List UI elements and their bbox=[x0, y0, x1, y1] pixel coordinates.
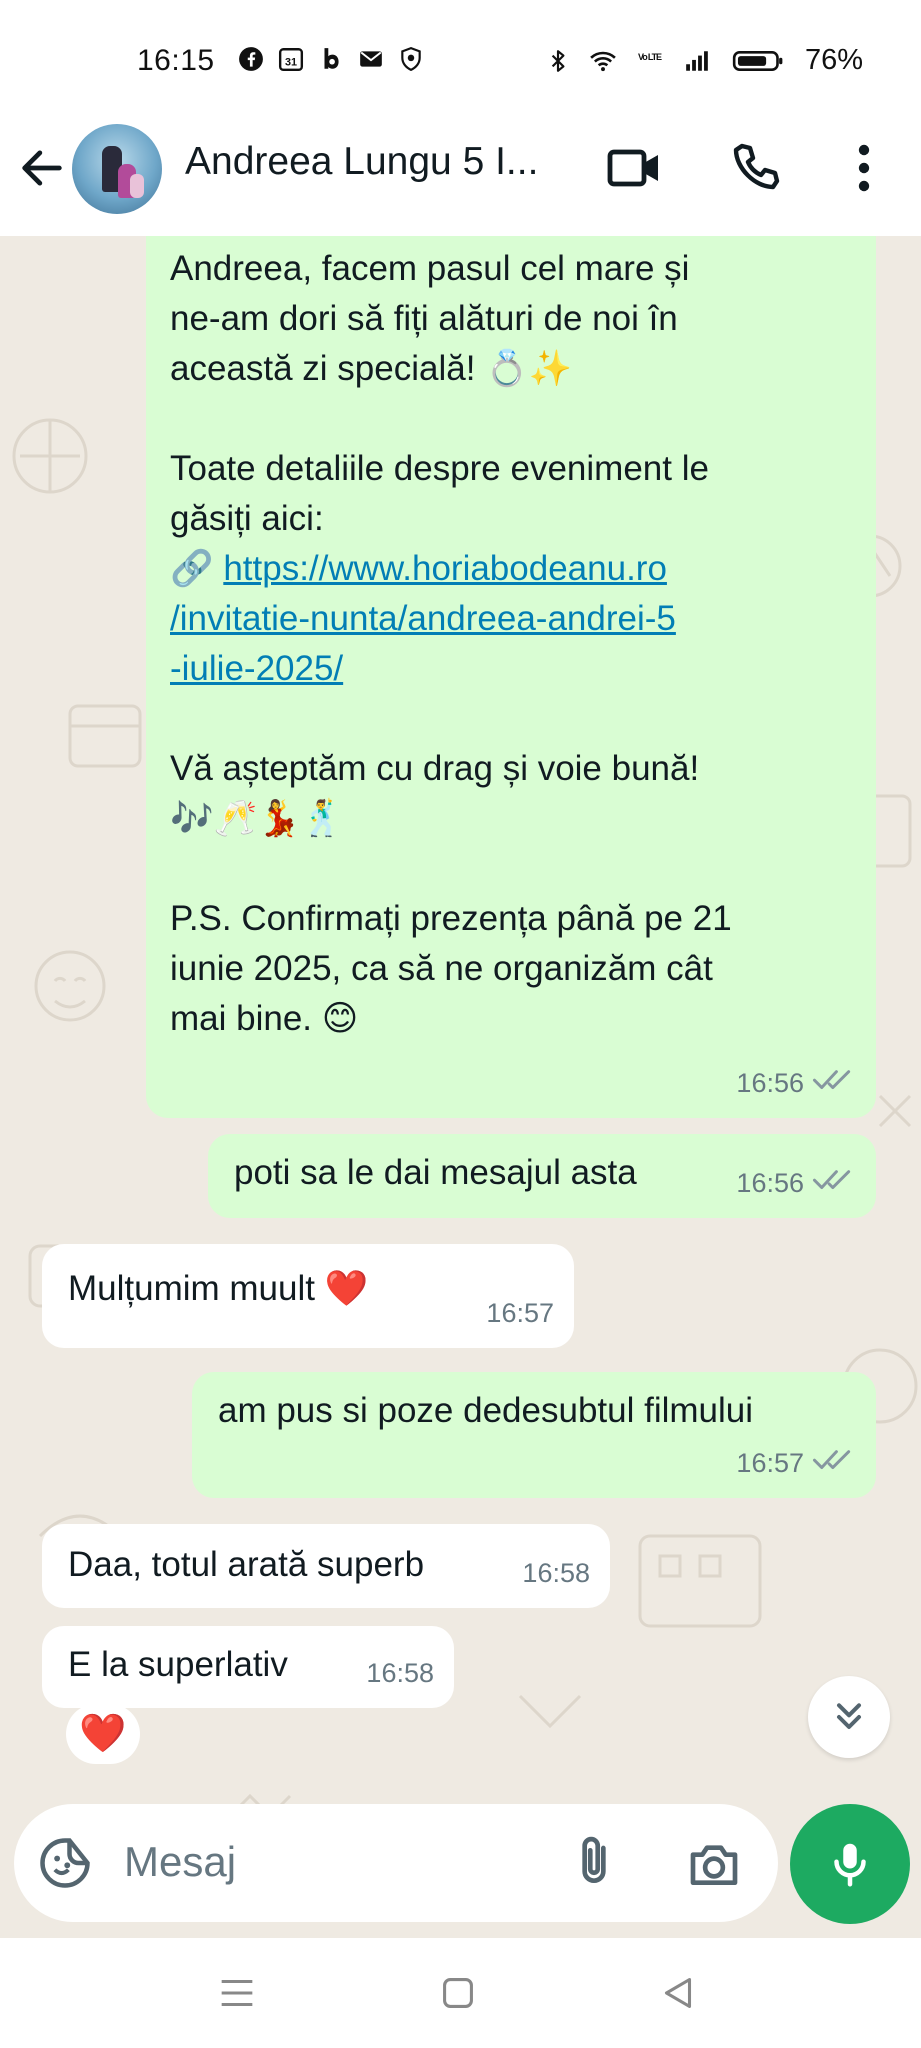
read-receipt-icon bbox=[812, 1158, 856, 1208]
message-time: 16:58 bbox=[366, 1658, 434, 1688]
message-time: 16:56 bbox=[736, 1168, 804, 1198]
invitation-link[interactable]: https://www.horiabodeanu.ro /invitatie-n… bbox=[170, 549, 676, 688]
chat-area[interactable]: Andreea, facem pasul cel mare și ne-am d… bbox=[0, 236, 921, 1938]
video-call-button[interactable] bbox=[606, 140, 662, 196]
home-square-icon bbox=[443, 1978, 473, 2008]
b-app-icon bbox=[318, 46, 344, 72]
scroll-to-bottom-button[interactable] bbox=[808, 1676, 890, 1758]
double-chevron-down-icon bbox=[837, 1703, 861, 1729]
read-receipt-icon bbox=[812, 1438, 856, 1488]
shield-icon bbox=[398, 46, 424, 72]
avatar[interactable] bbox=[72, 124, 162, 214]
message-time: 16:56 bbox=[736, 1068, 804, 1098]
system-icons: Vo LTE 76% bbox=[545, 44, 863, 77]
bluetooth-icon bbox=[545, 48, 571, 74]
video-call-icon bbox=[607, 149, 658, 187]
message-incoming[interactable]: E la superlativ 16:58 bbox=[42, 1626, 454, 1708]
back-button[interactable] bbox=[16, 142, 68, 194]
contact-name[interactable]: Andreea Lungu 5 I... bbox=[185, 140, 538, 184]
message-outgoing[interactable]: poti sa le dai mesajul asta 16:56 bbox=[208, 1134, 876, 1218]
back-arrow-icon bbox=[22, 150, 62, 186]
home-button[interactable] bbox=[435, 1970, 481, 2016]
more-options-button[interactable] bbox=[836, 140, 892, 196]
volte-icon: Vo LTE bbox=[635, 48, 665, 74]
message-text: am pus si poze dedesubtul filmului bbox=[218, 1391, 754, 1430]
recents-button[interactable] bbox=[214, 1970, 260, 2016]
chat-header: Andreea Lungu 5 I... bbox=[0, 118, 921, 236]
reaction-heart[interactable]: ❤️ bbox=[66, 1704, 140, 1764]
message-time: 16:58 bbox=[522, 1558, 590, 1588]
message-input[interactable]: Mesaj bbox=[124, 1838, 236, 1886]
mic-icon bbox=[834, 1843, 866, 1887]
voice-call-button[interactable] bbox=[728, 140, 784, 196]
message-incoming[interactable]: Daa, totul arată superb 16:58 bbox=[42, 1524, 610, 1608]
menu-icon bbox=[221, 1979, 253, 2007]
voice-message-button[interactable] bbox=[790, 1804, 910, 1924]
message-text: poti sa le dai mesajul asta bbox=[234, 1153, 637, 1192]
wifi-icon bbox=[585, 48, 621, 74]
more-vert-icon bbox=[858, 144, 870, 192]
phone-icon bbox=[733, 143, 780, 190]
sticker-icon[interactable] bbox=[38, 1836, 92, 1890]
mail-icon bbox=[358, 46, 384, 72]
back-nav-button[interactable] bbox=[655, 1970, 701, 2016]
message-text: Mulțumim muult ❤️ bbox=[68, 1269, 369, 1308]
notification-icons: 31 bbox=[238, 46, 424, 72]
back-triangle-icon bbox=[664, 1978, 692, 2008]
message-input-bar: Mesaj bbox=[14, 1804, 778, 1922]
status-time: 16:15 bbox=[137, 44, 215, 77]
facebook-icon bbox=[238, 46, 264, 72]
message-text: E la superlativ bbox=[68, 1645, 288, 1684]
volte-label: Vo LTE bbox=[638, 52, 662, 62]
battery-percent: 76% bbox=[805, 44, 864, 76]
system-nav-bar bbox=[0, 1938, 921, 2048]
attach-icon[interactable] bbox=[566, 1834, 622, 1890]
battery-icon bbox=[729, 48, 787, 74]
invitation-text-2: Vă așteptăm cu drag și voie bună! 🎶🥂💃🕺 P… bbox=[170, 749, 732, 1038]
calendar-icon: 31 bbox=[278, 46, 304, 72]
message-time: 16:57 bbox=[486, 1298, 554, 1328]
camera-icon[interactable] bbox=[686, 1836, 742, 1892]
message-time: 16:57 bbox=[736, 1448, 804, 1478]
status-bar: 16:15 31 Vo LTE 76% bbox=[0, 0, 921, 118]
invitation-text-1: Andreea, facem pasul cel mare și ne-am d… bbox=[170, 249, 709, 588]
message-incoming[interactable]: Mulțumim muult ❤️ 16:57 bbox=[42, 1244, 574, 1348]
message-text: Daa, totul arată superb bbox=[68, 1545, 425, 1584]
read-receipt-icon bbox=[812, 1058, 856, 1108]
signal-icon bbox=[679, 48, 715, 74]
calendar-day: 31 bbox=[285, 57, 297, 69]
message-outgoing-invitation[interactable]: Andreea, facem pasul cel mare și ne-am d… bbox=[146, 236, 876, 1118]
message-outgoing[interactable]: am pus si poze dedesubtul filmului 16:57 bbox=[192, 1372, 876, 1498]
